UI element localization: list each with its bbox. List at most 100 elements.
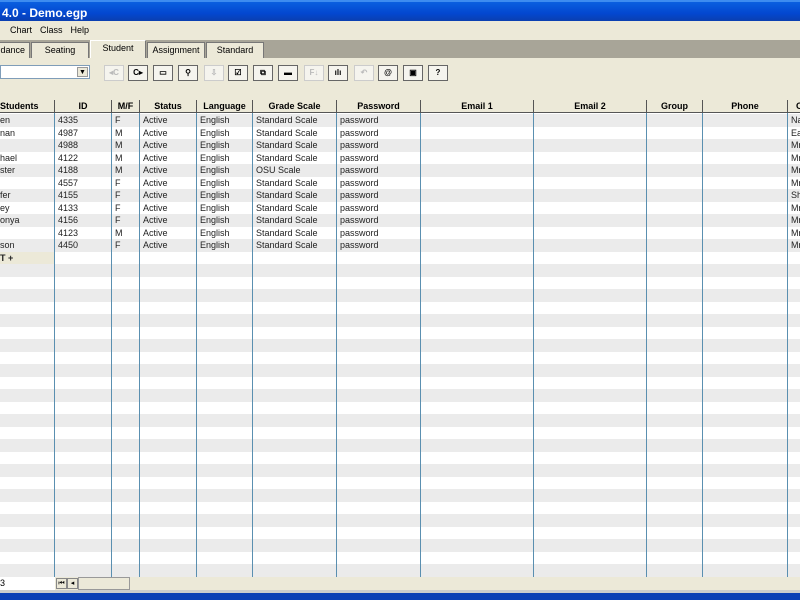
cell-phone[interactable] — [703, 152, 788, 165]
cell-email-2[interactable] — [534, 152, 647, 165]
cell-id[interactable]: 4335 — [55, 114, 112, 127]
first-record-icon[interactable]: ⏮ — [56, 578, 67, 589]
cell-students[interactable] — [0, 139, 55, 152]
cell-m-f[interactable]: M — [112, 139, 140, 152]
column-header-m-f[interactable]: M/F — [112, 100, 140, 113]
cell-status[interactable]: Active — [140, 152, 197, 165]
cell-status[interactable]: Active — [140, 139, 197, 152]
column-header-password[interactable]: Password — [337, 100, 421, 113]
record-field[interactable]: 3 — [0, 577, 55, 590]
tab-seating[interactable]: Seating — [31, 42, 89, 58]
cell-students[interactable]: en — [0, 114, 55, 127]
column-header-status[interactable]: Status — [140, 100, 197, 113]
cell-group[interactable] — [647, 164, 703, 177]
cell-password[interactable]: password — [337, 202, 421, 215]
cell-students[interactable]: onya — [0, 214, 55, 227]
cell-c[interactable]: Mr — [788, 139, 800, 152]
cell-status[interactable]: Active — [140, 177, 197, 190]
cell-students[interactable]: nan — [0, 127, 55, 140]
help-button[interactable]: ? — [428, 65, 448, 81]
cell-m-f[interactable]: F — [112, 202, 140, 215]
cell-phone[interactable] — [703, 114, 788, 127]
cell-email-2[interactable] — [534, 202, 647, 215]
cell-email-1[interactable] — [421, 152, 534, 165]
horizontal-scrollbar[interactable] — [78, 577, 130, 590]
cell-m-f[interactable]: F — [112, 214, 140, 227]
cell-phone[interactable] — [703, 239, 788, 252]
cell-c[interactable]: Mr — [788, 214, 800, 227]
cell-status[interactable]: Active — [140, 202, 197, 215]
cell-email-1[interactable] — [421, 127, 534, 140]
cell-password[interactable]: password — [337, 139, 421, 152]
cell-id[interactable]: 4557 — [55, 177, 112, 190]
cell-students[interactable] — [0, 227, 55, 240]
cell-students[interactable]: fer — [0, 189, 55, 202]
cell-id[interactable]: 4188 — [55, 164, 112, 177]
column-header-grade-scale[interactable]: Grade Scale — [253, 100, 337, 113]
cell-language[interactable]: English — [197, 202, 253, 215]
cell-grade-scale[interactable]: Standard Scale — [253, 127, 337, 140]
cell-password[interactable]: password — [337, 127, 421, 140]
tab-assignment[interactable]: Assignment — [147, 42, 205, 58]
cell-phone[interactable] — [703, 177, 788, 190]
cell-group[interactable] — [647, 227, 703, 240]
cell-m-f[interactable]: F — [112, 239, 140, 252]
cell-email-1[interactable] — [421, 214, 534, 227]
cell-students[interactable]: ey — [0, 202, 55, 215]
cell-grade-scale[interactable]: Standard Scale — [253, 202, 337, 215]
cell-status[interactable]: Active — [140, 239, 197, 252]
cell-group[interactable] — [647, 152, 703, 165]
cell-id[interactable]: 4122 — [55, 152, 112, 165]
chart-button[interactable]: ılı — [328, 65, 348, 81]
cell-language[interactable]: English — [197, 127, 253, 140]
cell-status[interactable]: Active — [140, 164, 197, 177]
cell-group[interactable] — [647, 239, 703, 252]
cell-grade-scale[interactable]: Standard Scale — [253, 189, 337, 202]
email-button[interactable]: @ — [378, 65, 398, 81]
cell-password[interactable]: password — [337, 239, 421, 252]
prev-class-button[interactable]: ◂C — [104, 65, 124, 81]
cell-grade-scale[interactable]: Standard Scale — [253, 227, 337, 240]
cell-c[interactable]: Mr — [788, 202, 800, 215]
copy-button[interactable]: ⧉ — [253, 65, 273, 81]
cell-password[interactable]: password — [337, 164, 421, 177]
menu-chart[interactable]: Chart — [10, 22, 32, 39]
cell-students[interactable]: hael — [0, 152, 55, 165]
cell-grade-scale[interactable]: Standard Scale — [253, 214, 337, 227]
class-select[interactable]: ▼ — [0, 65, 90, 79]
cell-status[interactable]: Active — [140, 127, 197, 140]
print-button[interactable]: ▬ — [278, 65, 298, 81]
cell-group[interactable] — [647, 114, 703, 127]
cell-language[interactable]: English — [197, 239, 253, 252]
cell-email-1[interactable] — [421, 164, 534, 177]
search-button[interactable]: ⚲ — [178, 65, 198, 81]
cell-email-2[interactable] — [534, 127, 647, 140]
cell-email-1[interactable] — [421, 202, 534, 215]
tab-student[interactable]: Student — [90, 40, 146, 58]
cell-grade-scale[interactable]: Standard Scale — [253, 239, 337, 252]
cell-email-2[interactable] — [534, 239, 647, 252]
cell-email-1[interactable] — [421, 239, 534, 252]
cell-grade-scale[interactable]: Standard Scale — [253, 152, 337, 165]
cell-status[interactable]: Active — [140, 114, 197, 127]
column-header-students[interactable]: Students — [0, 100, 55, 113]
cell-language[interactable]: English — [197, 177, 253, 190]
cell-students[interactable]: ster — [0, 164, 55, 177]
cell-language[interactable]: English — [197, 214, 253, 227]
cell-email-2[interactable] — [534, 189, 647, 202]
column-header-id[interactable]: ID — [55, 100, 112, 113]
cell-grade-scale[interactable]: Standard Scale — [253, 114, 337, 127]
cell-email-1[interactable] — [421, 139, 534, 152]
cell-students[interactable] — [0, 177, 55, 190]
cell-email-2[interactable] — [534, 214, 647, 227]
tab-standard[interactable]: Standard — [206, 42, 264, 58]
cell-grade-scale[interactable]: Standard Scale — [253, 139, 337, 152]
prev-record-icon[interactable]: ◂ — [67, 578, 78, 589]
cell-id[interactable]: 4450 — [55, 239, 112, 252]
cell-password[interactable]: password — [337, 227, 421, 240]
cell-phone[interactable] — [703, 202, 788, 215]
cell-group[interactable] — [647, 202, 703, 215]
cell-id[interactable]: 4133 — [55, 202, 112, 215]
cell-group[interactable] — [647, 177, 703, 190]
cell-phone[interactable] — [703, 127, 788, 140]
